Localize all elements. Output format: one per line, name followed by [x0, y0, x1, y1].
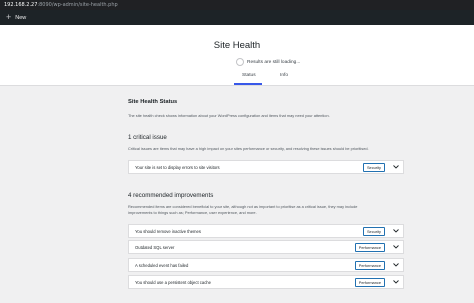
issue-label: Outdated SQL server [135, 244, 175, 250]
issue-label: You should remove inactive themes [135, 228, 201, 234]
recommended-heading: 4 recommended improvements [128, 192, 214, 199]
browser-url[interactable]: 192.168.2.27:8090/wp-admin/site-health.p… [4, 2, 118, 8]
chevron-down-icon[interactable] [391, 260, 401, 270]
issue-row[interactable]: You should remove inactive themes Securi… [128, 224, 404, 238]
page-title: Site Health [213, 40, 261, 51]
issue-badge: Performance [354, 242, 385, 252]
issue-row[interactable]: You should use a persistent object cache… [128, 275, 404, 289]
active-tab-indicator [234, 83, 262, 85]
progress-text: Results are still loading... [247, 59, 301, 65]
browser-address-bar[interactable]: 192.168.2.27:8090/wp-admin/site-health.p… [0, 0, 474, 10]
chevron-down-icon[interactable] [391, 162, 401, 172]
recommended-description-line2: improvements to things such as; Performa… [128, 210, 257, 215]
status-description: The site health check shows information … [128, 113, 330, 118]
url-host: 192.168.2.27 [4, 2, 38, 8]
issue-label: Your site is set to display errors to si… [135, 164, 220, 170]
critical-heading: 1 critical issue [128, 134, 167, 141]
chevron-down-icon[interactable] [391, 277, 401, 287]
new-content-button[interactable]: + New [6, 13, 26, 22]
issue-label: You should use a persistent object cache [135, 279, 211, 285]
tab-status[interactable]: Status [242, 73, 256, 78]
issue-label: A scheduled event has failed [135, 262, 189, 268]
issue-row[interactable]: A scheduled event has failed Performance [128, 258, 404, 272]
critical-description: Critical issues are items that may have … [128, 146, 369, 151]
plus-icon: + [6, 12, 12, 22]
issue-badge: Performance [354, 277, 385, 287]
issue-row[interactable]: Your site is set to display errors to si… [128, 160, 404, 174]
issue-row[interactable]: Outdated SQL server Performance [128, 240, 404, 254]
new-label: New [15, 14, 27, 21]
wp-admin-bar: + New [0, 10, 474, 25]
issue-badge: Security [362, 226, 385, 236]
issue-badge: Security [362, 162, 385, 172]
progress-indicator: Results are still loading... [236, 58, 300, 66]
status-title: Site Health Status [128, 99, 178, 105]
tab-info[interactable]: Info [280, 73, 288, 78]
issue-badge: Performance [354, 260, 385, 270]
progress-ring-icon [236, 58, 244, 66]
url-path: :8090/wp-admin/site-health.php [37, 2, 118, 8]
site-health-header: Site Health Results are still loading...… [0, 25, 474, 86]
chevron-down-icon[interactable] [391, 226, 401, 236]
chevron-down-icon[interactable] [391, 242, 401, 252]
